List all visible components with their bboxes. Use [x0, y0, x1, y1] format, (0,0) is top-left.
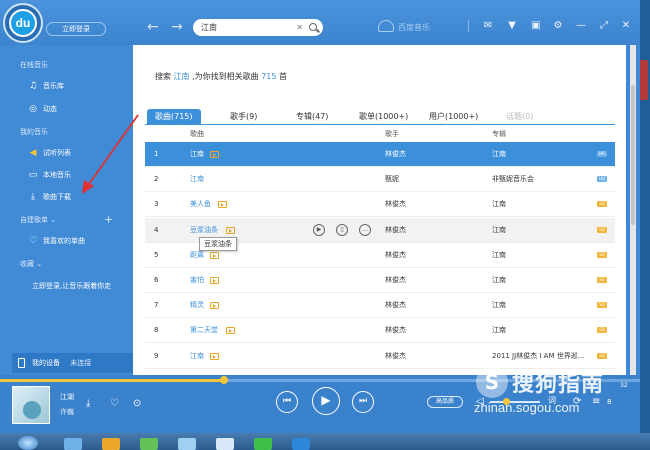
- taskbar: [0, 433, 650, 450]
- watermark: S 搜狗指南 zhinan.sogou.com: [474, 362, 644, 415]
- annotation-arrow-head: [82, 180, 94, 194]
- taskbar-app-icon[interactable]: [140, 438, 158, 450]
- taskbar-ie-icon[interactable]: [64, 438, 82, 450]
- taskbar-doc-icon[interactable]: [216, 438, 234, 450]
- taskbar-music-icon[interactable]: [292, 438, 310, 450]
- watermark-url: zhinan.sogou.com: [474, 400, 580, 415]
- taskbar-wechat-icon[interactable]: [254, 438, 272, 450]
- watermark-text: 搜狗指南: [512, 372, 605, 397]
- taskbar-mail-icon[interactable]: [178, 438, 196, 450]
- start-button[interactable]: [18, 436, 38, 450]
- annotation-arrow-line: [88, 114, 139, 185]
- taskbar-folder-icon[interactable]: [102, 438, 120, 450]
- watermark-logo-icon: S: [476, 366, 508, 398]
